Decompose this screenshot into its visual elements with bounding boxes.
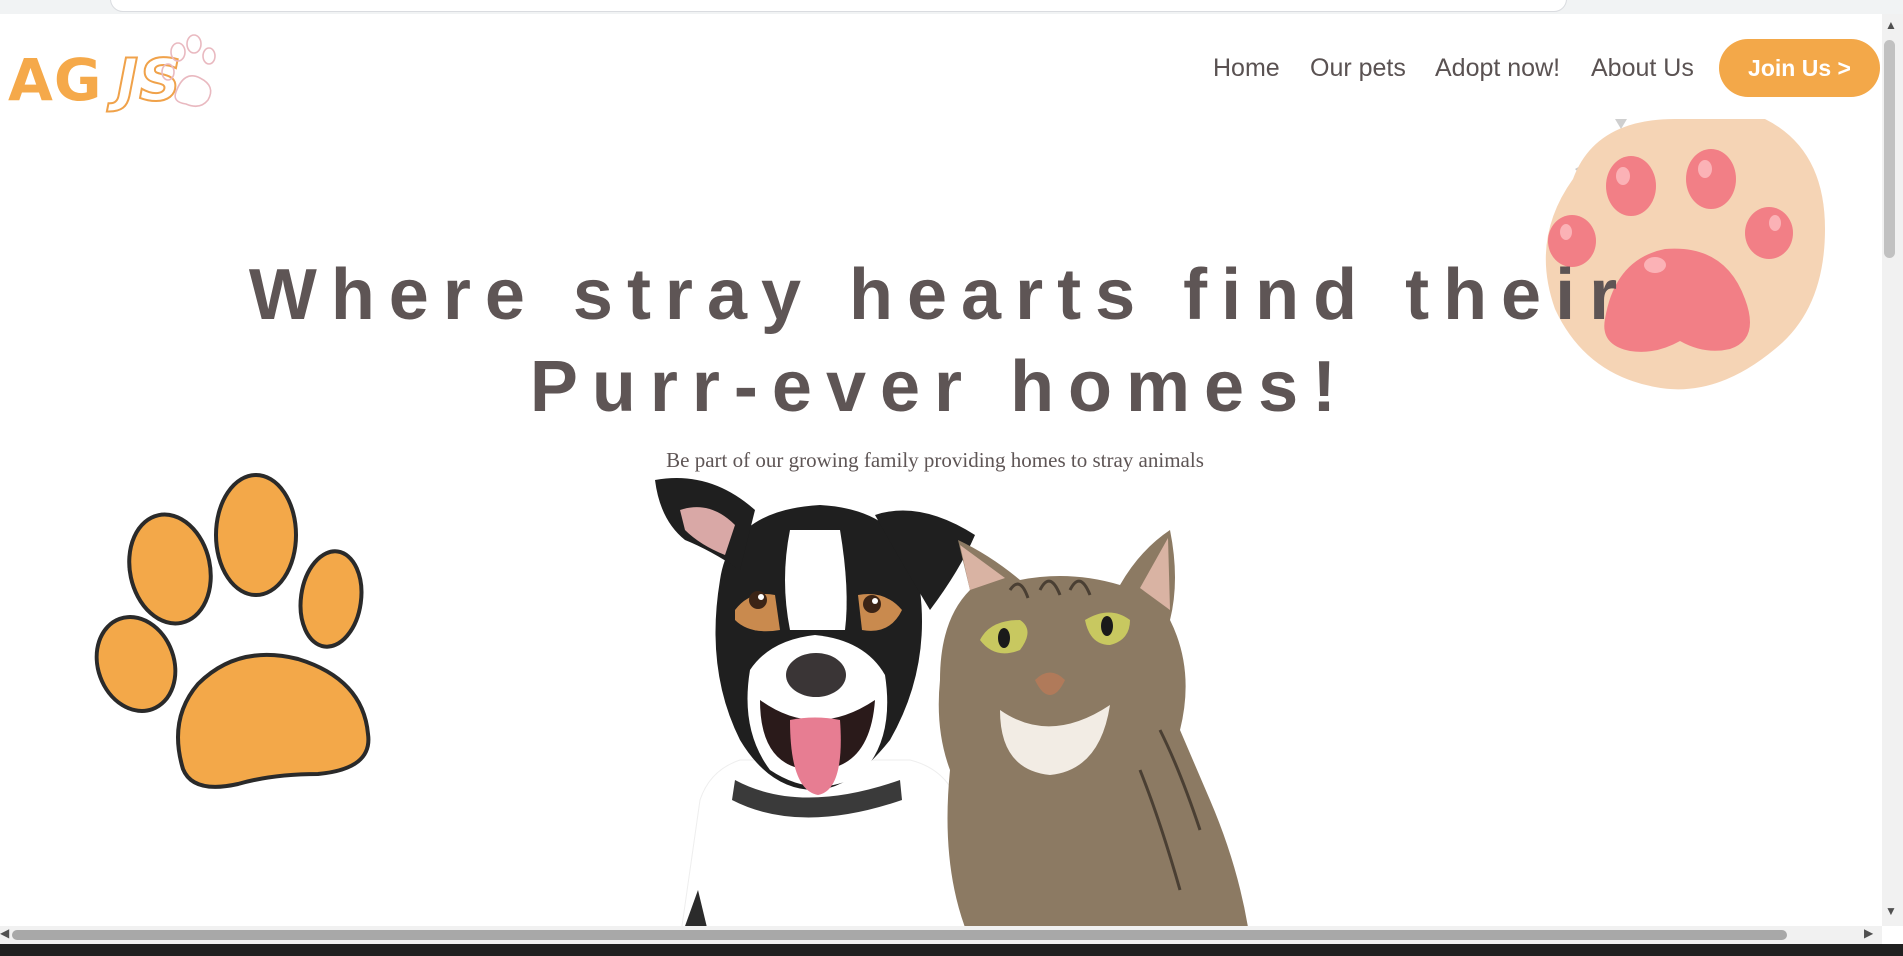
browser-chrome — [0, 0, 1903, 14]
nav-our-pets[interactable]: Our pets — [1310, 54, 1406, 83]
join-us-button[interactable]: Join Us > — [1719, 39, 1880, 97]
hero-headline: Where stray hearts find their Purr-ever … — [200, 249, 1680, 433]
nav-home[interactable]: Home — [1213, 54, 1280, 83]
scroll-right-arrow-icon[interactable]: ▶ — [1864, 926, 1873, 940]
address-bar[interactable] — [110, 0, 1567, 12]
nav-adopt-now[interactable]: Adopt now! — [1435, 54, 1560, 83]
headline-line-2: Purr-ever homes! — [529, 347, 1351, 427]
headline-line-1: Where stray hearts find their — [248, 255, 1632, 335]
page-viewport: AG JS Home Our pets Adopt now! About Us J… — [0, 14, 1882, 926]
scroll-down-arrow-icon[interactable]: ▼ — [1885, 904, 1897, 918]
vertical-scroll-thumb[interactable] — [1884, 40, 1895, 258]
orange-paw-icon — [94, 473, 371, 789]
dog-and-cat-photo — [655, 478, 1248, 926]
main-nav: Home Our pets Adopt now! About Us — [0, 42, 1882, 102]
os-taskbar — [0, 944, 1903, 956]
nav-about-us[interactable]: About Us — [1591, 54, 1694, 83]
scroll-left-arrow-icon[interactable]: ◀ — [0, 926, 9, 940]
horizontal-scroll-thumb[interactable] — [12, 930, 1787, 940]
scroll-up-arrow-icon[interactable]: ▲ — [1885, 18, 1897, 32]
